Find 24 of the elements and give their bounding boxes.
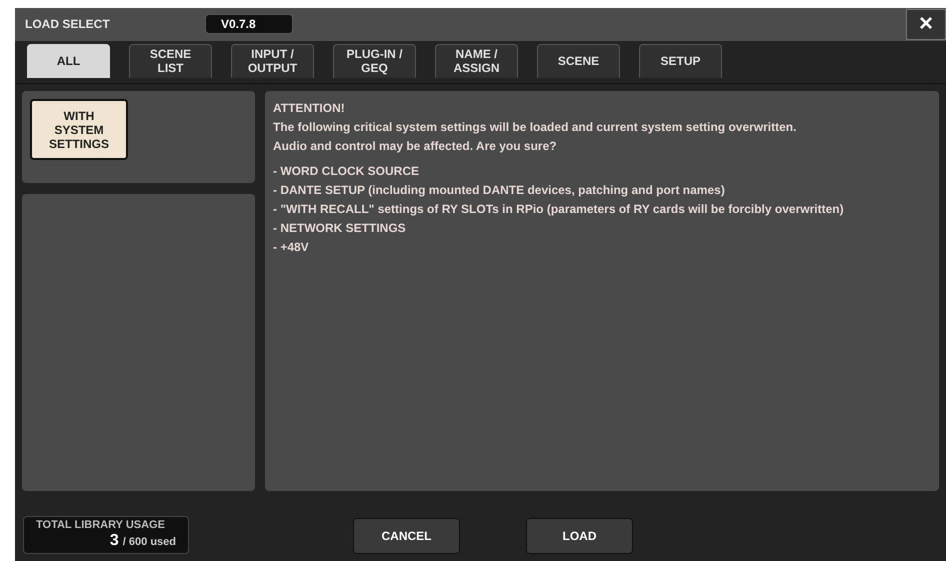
setting-item: - DANTE SETUP (including mounted DANTE devices, patching and port names) <box>273 182 726 200</box>
message-heading: ATTENTION! <box>273 100 346 118</box>
setting-item: - WORD CLOCK SOURCE <box>273 163 420 180</box>
version-label: V0.7.8 <box>205 14 293 34</box>
tab[interactable]: SCENE <box>537 44 620 78</box>
tab[interactable]: NAME / ASSIGN <box>435 44 518 78</box>
usage-label: TOTAL LIBRARY USAGE <box>35 518 165 532</box>
setting-item: - +48V <box>273 239 310 256</box>
message-text: The following critical system settings will be loaded and current system setting overwritten. <box>273 119 798 136</box>
tab[interactable]: INPUT / OUTPUT <box>231 44 314 78</box>
tab[interactable]: SCENE LIST <box>129 44 212 78</box>
tab[interactable]: ALL <box>27 44 110 78</box>
close-button[interactable]: × <box>906 8 946 40</box>
setting-item: - "WITH RECALL" settings of RY SLOTs in RPio (parameters of RY cards will be forcibly overwritten) <box>273 201 845 218</box>
load-button[interactable]: LOAD <box>526 518 633 554</box>
usage-total: / 600 used <box>122 535 176 550</box>
system-settings-button[interactable]: WITH SYSTEM SETTINGS <box>30 99 128 160</box>
tab[interactable]: SETUP <box>639 44 722 78</box>
message-text: Audio and control may be affected. Are you sure? <box>273 138 558 156</box>
cancel-button[interactable]: CANCEL <box>353 518 460 554</box>
tab[interactable]: PLUG-IN / GEQ <box>333 44 416 78</box>
usage-count: 3 <box>110 532 119 550</box>
setting-item: - NETWORK SETTINGS <box>273 220 407 238</box>
window-title: LOAD SELECT <box>25 16 111 34</box>
